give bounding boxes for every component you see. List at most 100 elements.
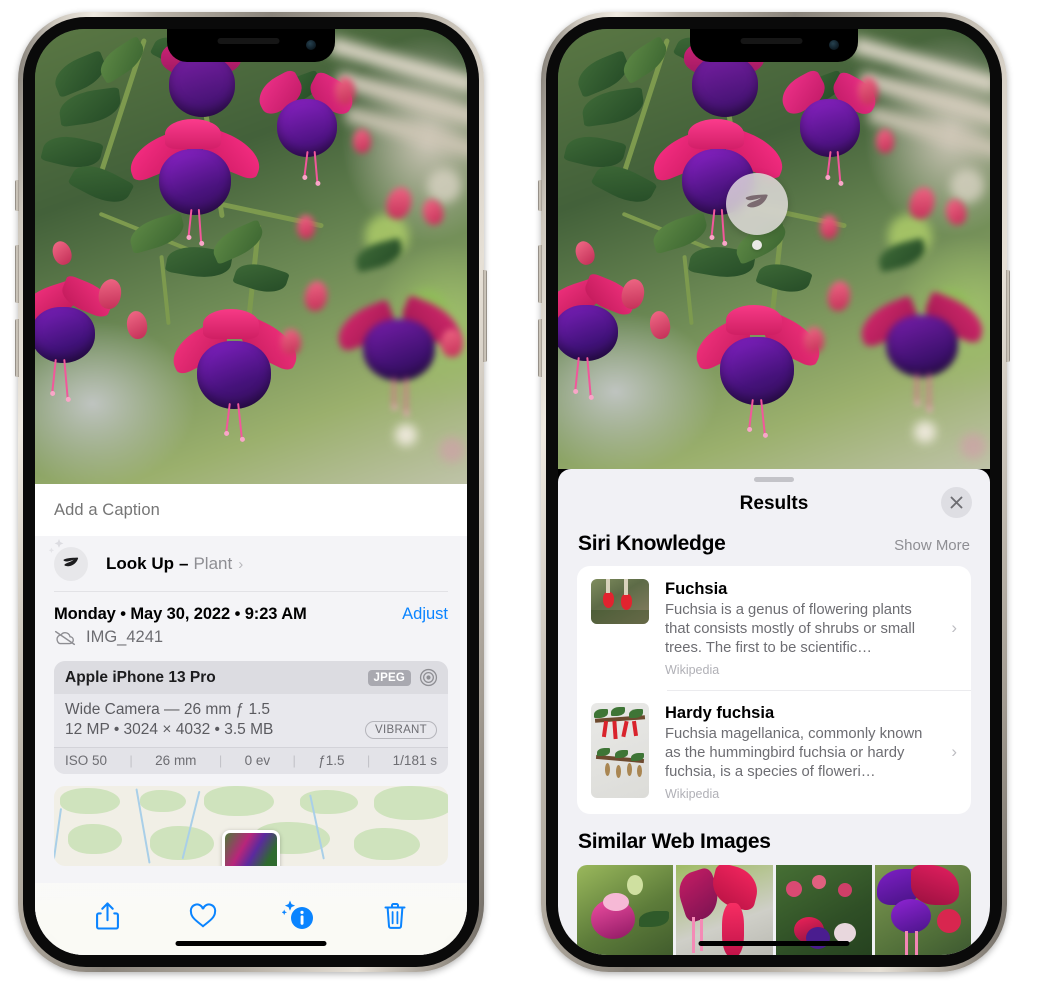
volume-down-button[interactable] [538,319,542,377]
results-header: Results [558,482,990,526]
look-up-dash: – [179,554,189,573]
exif-card[interactable]: Apple iPhone 13 Pro JPEG Wide Camera — 2… [54,661,448,774]
left-screen: Look Up – Plant › Monday • May 30, 2022 … [35,29,467,955]
knowledge-source: Wikipedia [665,786,720,801]
file-name: IMG_4241 [86,628,164,646]
power-button[interactable] [483,270,487,362]
favorite-button[interactable] [184,897,222,935]
bud [820,215,838,239]
knowledge-thumbnail [591,702,649,798]
look-up-label: Look Up [106,554,174,573]
info-sparkle-icon [282,900,313,929]
share-icon [95,902,119,930]
volume-up-button[interactable] [15,245,19,303]
look-up-badge [54,547,88,581]
caption-row[interactable] [35,484,467,536]
style-badge: VIBRANT [365,721,437,739]
photo-view[interactable] [558,29,990,469]
home-indicator[interactable] [698,941,850,946]
similar-web-images-title: Similar Web Images [578,829,771,853]
knowledge-thumbnail [591,579,649,624]
earpiece-speaker [217,38,280,44]
map-photo-pin[interactable] [222,830,280,866]
web-image-tile[interactable] [577,864,674,955]
trash-icon [384,903,406,929]
exif-stat-iso: ISO 50 [65,753,108,768]
power-button[interactable] [1006,270,1010,362]
knowledge-row[interactable]: Fuchsia Fuchsia is a genus of flowering … [577,566,971,690]
leaf-icon [63,557,79,567]
knowledge-description: Fuchsia magellanica, commonly known as t… [665,726,923,780]
bud [335,77,355,105]
format-badge: JPEG [367,669,411,686]
flower [853,287,990,412]
exif-specs-row: 12 MP • 3024 × 4032 • 3.5 MB VIBRANT [65,721,437,739]
bud [281,329,301,355]
info-lower: Look Up – Plant › Monday • May 30, 2022 … [35,536,467,955]
heart-icon [189,903,217,928]
front-camera [306,40,316,50]
divider: | [292,753,296,768]
silent-switch[interactable] [15,180,19,211]
divider: | [366,753,371,768]
siri-knowledge-card: Fuchsia Fuchsia is a genus of flowering … [577,566,971,814]
flower [164,305,306,440]
bud [858,77,878,105]
flower-main [122,117,268,244]
delete-button[interactable] [376,897,414,935]
knowledge-title: Hardy fuchsia [665,703,775,722]
right-screen: Results Siri Knowledge Show More Fuchsia… [558,29,990,955]
volume-up-button[interactable] [538,245,542,303]
look-up-row[interactable]: Look Up – Plant › [35,536,467,592]
look-up-label-group: Look Up – Plant › [106,554,243,574]
knowledge-description: Fuchsia is a genus of flowering plants t… [665,602,915,656]
volume-down-button[interactable] [15,319,19,377]
show-more-button[interactable]: Show More [894,537,970,554]
chevron-right-icon: › [951,617,957,637]
web-image-tile[interactable] [874,864,971,955]
photo-view[interactable] [35,29,467,484]
exif-stat-aperture: ƒ1.5 [318,753,345,768]
close-button[interactable] [941,487,972,518]
exif-header-right: JPEG [367,668,438,687]
exif-device: Apple iPhone 13 Pro [65,668,216,686]
file-row: IMG_4241 [35,624,467,647]
caption-input[interactable] [54,500,448,520]
earpiece-speaker [740,38,803,44]
knowledge-source: Wikipedia [665,662,720,677]
bokeh [960,433,986,459]
divider: | [129,753,133,768]
knowledge-row[interactable]: Hardy fuchsia Fuchsia magellanica, commo… [577,689,971,814]
adjust-button[interactable]: Adjust [402,605,448,624]
photo-date: Monday • May 30, 2022 • 9:23 AM [54,605,307,623]
close-icon [950,496,963,509]
front-camera [829,40,839,50]
similar-web-images-header: Similar Web Images [558,814,990,854]
exif-stat-ev: 0 ev [244,753,271,768]
info-button[interactable] [280,897,318,935]
home-indicator[interactable] [175,941,327,946]
share-button[interactable] [88,897,126,935]
siri-knowledge-title: Siri Knowledge [578,532,726,555]
screenshot-canvas: Look Up – Plant › Monday • May 30, 2022 … [0,0,1055,985]
location-map[interactable] [54,786,448,866]
flower [687,301,829,436]
bokeh [439,437,465,463]
bud [876,129,894,153]
bokeh [427,169,461,203]
exif-stat-focal: 26 mm [155,753,197,768]
bokeh [950,169,984,203]
camera-aperture-icon [419,668,438,687]
visual-lookup-badge[interactable] [726,173,788,235]
exif-stats: ISO 50 | 26 mm | 0 ev | ƒ1.5 | 1/181 s [54,747,448,774]
exif-lens: Wide Camera — 26 mm ƒ 1.5 [65,701,271,718]
bud [297,215,315,239]
notch [690,29,858,62]
bud [804,327,824,353]
look-up-subject: Plant [193,554,233,573]
bokeh [395,424,417,446]
visual-lookup-anchor-dot [752,240,762,250]
silent-switch[interactable] [538,180,542,211]
date-row: Monday • May 30, 2022 • 9:23 AM Adjust [35,592,467,624]
siri-knowledge-header: Siri Knowledge Show More [558,526,990,566]
